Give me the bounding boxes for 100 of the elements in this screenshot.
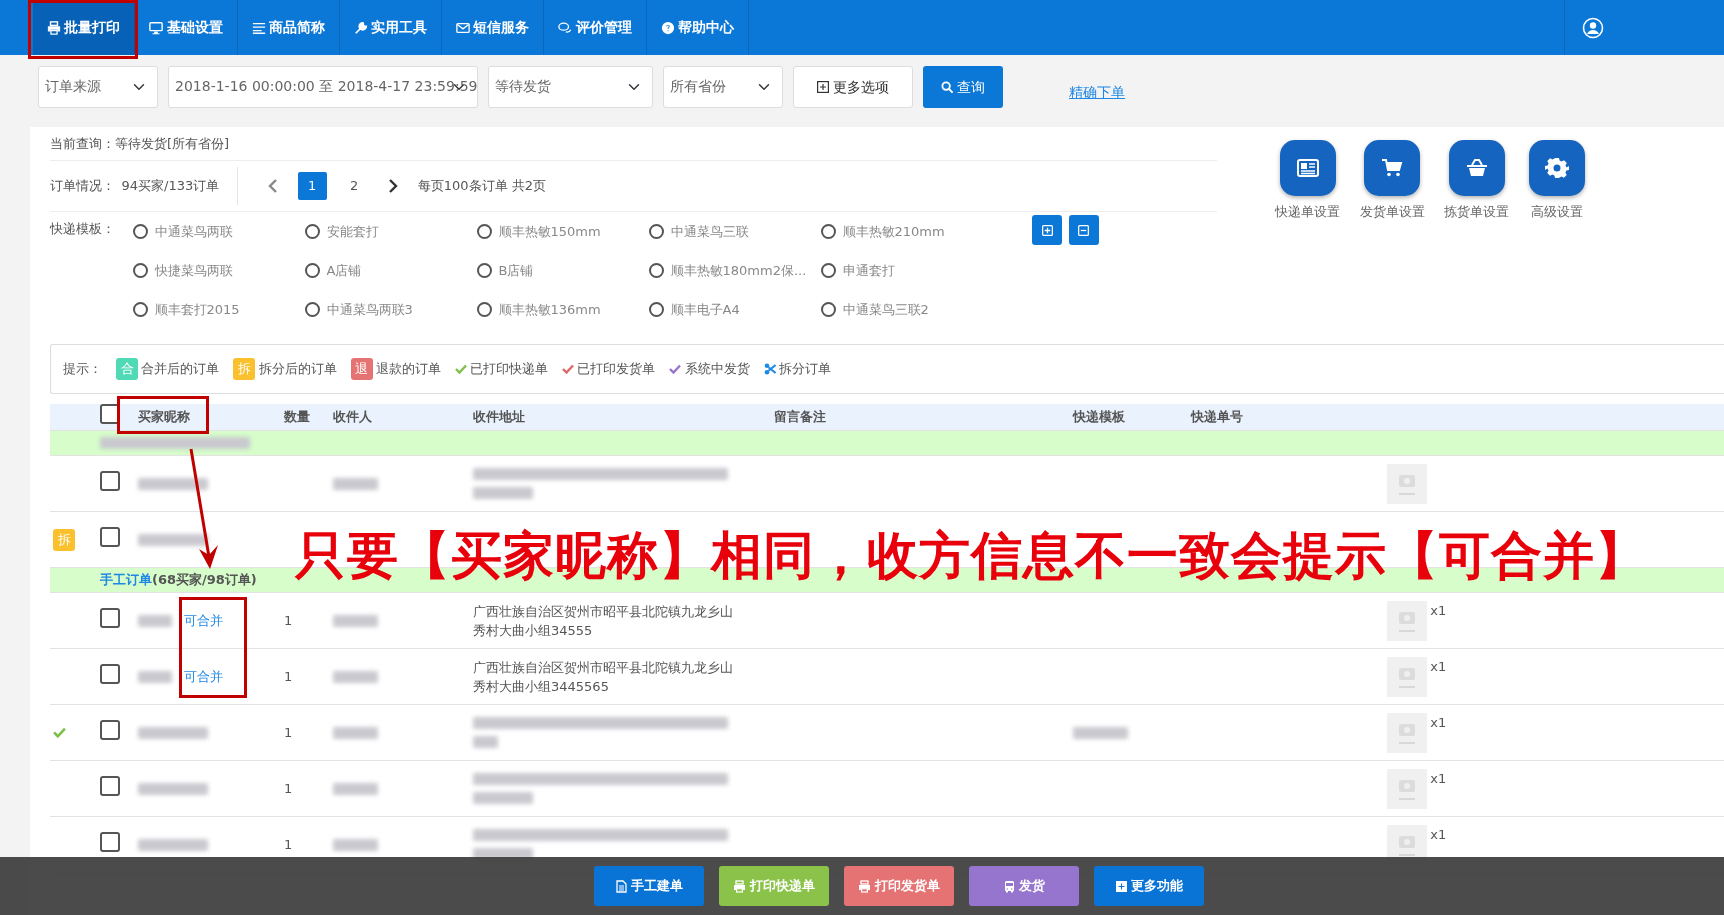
template-label: 快递模板：: [50, 219, 116, 238]
action-button[interactable]: 发货: [969, 866, 1079, 906]
nav-tab[interactable]: 实用工具: [339, 0, 442, 55]
item-count: x1: [1430, 601, 1447, 620]
check-icon: [53, 727, 67, 738]
column-header: 收件地址: [473, 409, 525, 425]
legend-label: 合并后的订单: [141, 360, 220, 379]
blurred-text: [138, 614, 172, 627]
more-options-button[interactable]: 更多选项: [793, 66, 913, 108]
quantity-cell: 1: [284, 668, 293, 684]
quantity-cell: 1: [284, 836, 293, 852]
expand-button[interactable]: [1032, 215, 1062, 245]
radio-button[interactable]: [133, 302, 148, 317]
image-placeholder-icon: [1387, 768, 1427, 809]
settings-button[interactable]: [1279, 140, 1336, 196]
province-dropdown[interactable]: 所有省份: [663, 66, 783, 108]
legend-label: 已打印快递单: [470, 360, 548, 379]
radio-button[interactable]: [821, 302, 836, 317]
image-placeholder-icon: [1387, 463, 1427, 504]
page-button[interactable]: 1: [297, 172, 327, 200]
blurred-text: [473, 486, 533, 499]
radio-button[interactable]: [821, 224, 836, 239]
checkbox[interactable]: [100, 470, 120, 491]
nav-tab[interactable]: 基础设置: [135, 0, 238, 55]
nav-tab[interactable]: 商品简称: [237, 0, 340, 55]
action-button[interactable]: 手工建单: [594, 866, 704, 906]
settings-label: 快递单设置: [1275, 203, 1340, 221]
action-button[interactable]: 打印发货单: [844, 866, 954, 906]
page-button[interactable]: 2: [339, 172, 369, 200]
collapse-button[interactable]: [1068, 215, 1099, 245]
legend-label: 拆分后的订单: [258, 360, 337, 379]
column-header: 收件人: [333, 409, 372, 425]
checkbox[interactable]: [100, 775, 120, 796]
item-count: x1: [1430, 713, 1447, 732]
envelope-icon: [456, 20, 470, 35]
chevron-right-icon[interactable]: [388, 179, 399, 193]
printer-icon: [858, 879, 872, 893]
gear-icon: [1544, 156, 1569, 180]
column-header: 数量: [284, 409, 310, 425]
search-icon: [940, 80, 954, 94]
exact-order-link[interactable]: 精确下单: [1069, 81, 1125, 103]
radio-button[interactable]: [305, 224, 320, 239]
status-dropdown[interactable]: 等待发货: [488, 66, 653, 108]
checkbox[interactable]: [100, 719, 120, 740]
settings-label: 高级设置: [1530, 203, 1583, 221]
chevron-left-icon[interactable]: [268, 179, 279, 193]
plus-square-icon: [817, 81, 830, 93]
source-dropdown[interactable]: 订单来源: [38, 66, 158, 108]
page-summary: 每页100条订单 共2页: [417, 177, 546, 196]
radio-button[interactable]: [821, 263, 836, 278]
radio-button[interactable]: [649, 302, 664, 317]
order-summary-value: 94买家/133订单: [121, 177, 220, 196]
printer-icon: [47, 20, 61, 35]
settings-button[interactable]: [1364, 140, 1420, 196]
radio-label: 中通菜鸟三联: [670, 222, 749, 241]
radio-button[interactable]: [305, 263, 320, 278]
checkbox[interactable]: [100, 831, 120, 852]
group-count: (68买家/98订单): [152, 571, 257, 590]
radio-button[interactable]: [133, 263, 148, 278]
address-cell-text: 广西壮族自治区贺州市昭平县北陀镇九龙乡山秀村大曲小组34555: [473, 602, 734, 640]
group-link[interactable]: 手工订单: [100, 570, 152, 590]
checkbox[interactable]: [100, 663, 120, 684]
checkbox[interactable]: [100, 526, 120, 547]
radio-button[interactable]: [133, 224, 148, 239]
radio-button[interactable]: [305, 302, 320, 317]
checkbox[interactable]: [100, 404, 120, 425]
radio-button[interactable]: [477, 302, 492, 317]
merge-link[interactable]: 可合并: [184, 610, 223, 631]
image-placeholder-icon: [1387, 656, 1427, 697]
nav-tab[interactable]: 批量打印: [33, 0, 136, 55]
radio-button[interactable]: [649, 224, 664, 239]
hint-label: 提示：: [63, 360, 102, 379]
radio-label: 安能套打: [326, 222, 379, 241]
nav-tab[interactable]: 帮助中心: [646, 0, 749, 55]
user-avatar-icon[interactable]: [1581, 16, 1604, 39]
settings-button[interactable]: [1528, 140, 1585, 196]
legend-badge: 退: [350, 358, 373, 380]
quantity-cell: 1: [284, 724, 293, 740]
legend-label: 已打印发货单: [577, 360, 656, 379]
item-count: x1: [1430, 769, 1447, 788]
checkbox[interactable]: [100, 607, 120, 628]
legend-label: 退款的订单: [375, 360, 441, 379]
radio-button[interactable]: [477, 263, 492, 278]
merge-link[interactable]: 可合并: [184, 666, 223, 687]
radio-label: 中通菜鸟两联3: [326, 300, 413, 319]
nav-tab[interactable]: 短信服务: [442, 0, 545, 55]
date-range-dropdown[interactable]: 2018-1-16 00:00:00 至 2018-4-17 23:59:59: [168, 66, 478, 108]
settings-button[interactable]: [1448, 140, 1505, 196]
radio-label: A店铺: [326, 261, 362, 280]
document-icon: [614, 879, 628, 893]
radio-button[interactable]: [649, 263, 664, 278]
minus-square-icon: [1078, 224, 1089, 236]
action-button[interactable]: 更多功能: [1094, 866, 1204, 906]
radio-button[interactable]: [477, 224, 492, 239]
nav-tab[interactable]: 评价管理: [544, 0, 647, 55]
radio-label: 顺丰热敏136mm: [498, 300, 601, 319]
blurred-text: [138, 782, 208, 795]
search-button[interactable]: 查询: [923, 66, 1003, 108]
blurred-text: [333, 782, 378, 795]
address-cell-text: 广西壮族自治区贺州市昭平县北陀镇九龙乡山秀村大曲小组3445565: [473, 658, 734, 696]
